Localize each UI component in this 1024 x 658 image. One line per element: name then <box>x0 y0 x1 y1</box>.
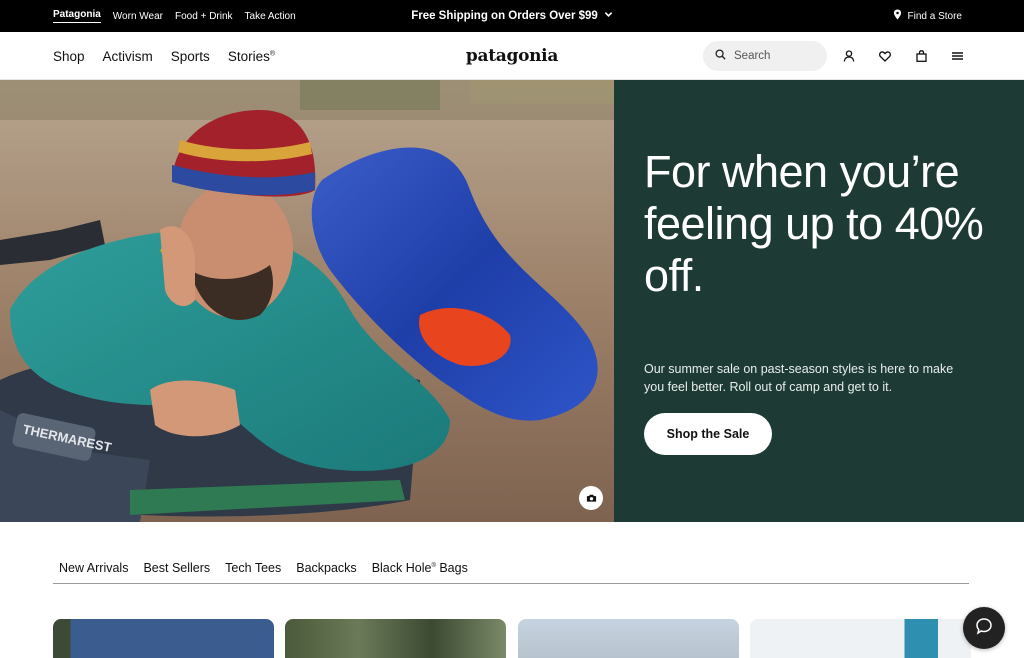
tab-backpacks[interactable]: Backpacks <box>296 561 356 575</box>
menu-icon[interactable] <box>950 49 964 63</box>
hero-headline: For when you’re feeling up to 40% off. <box>644 146 984 301</box>
tab-black-hole-bags[interactable]: Black Hole® Bags <box>372 561 468 575</box>
chat-button[interactable] <box>963 607 1005 649</box>
category-tabs: New Arrivals Best Sellers Tech Tees Back… <box>53 552 969 584</box>
hero-photo-illustration: THERMAREST <box>0 80 614 522</box>
product-tile[interactable] <box>518 619 739 658</box>
promo-text: Free Shipping on Orders Over $99 <box>411 10 598 22</box>
tab-bags-label: Bags <box>439 560 468 575</box>
product-tile[interactable] <box>53 619 274 658</box>
product-tile[interactable] <box>750 619 971 658</box>
shipping-promo[interactable]: Free Shipping on Orders Over $99 <box>0 0 1024 32</box>
search-icon <box>715 49 726 63</box>
top-bar: Patagonia Worn Wear Food + Drink Take Ac… <box>0 0 1024 32</box>
camera-icon[interactable] <box>579 486 603 510</box>
search-input[interactable]: Search <box>703 41 827 71</box>
chat-icon <box>975 617 993 640</box>
shop-sale-button[interactable]: Shop the Sale <box>644 413 772 455</box>
hero-subtext: Our summer sale on past-season styles is… <box>644 362 954 394</box>
patagonia-logo[interactable]: patagonia <box>466 46 558 66</box>
find-store-link[interactable]: Find a Store <box>893 0 962 32</box>
hero-photo[interactable]: THERMAREST <box>0 80 614 522</box>
hero-banner: THERMAREST For when you’re feeling up to… <box>0 80 1024 522</box>
chevron-down-icon <box>604 10 613 22</box>
tab-black-hole-label: Black Hole <box>371 560 432 575</box>
registered-mark: ® <box>431 562 436 569</box>
heart-icon[interactable] <box>878 49 892 63</box>
tab-tech-tees[interactable]: Tech Tees <box>225 561 281 575</box>
find-store-label: Find a Store <box>907 10 962 22</box>
bag-icon[interactable] <box>914 49 928 63</box>
hero-panel: For when you’re feeling up to 40% off. O… <box>614 80 1024 522</box>
tab-new-arrivals[interactable]: New Arrivals <box>59 561 128 575</box>
account-icon[interactable] <box>842 49 856 63</box>
tab-best-sellers[interactable]: Best Sellers <box>143 561 210 575</box>
main-nav: Shop Activism Sports Stories® patagonia … <box>0 32 1024 80</box>
product-tile[interactable] <box>285 619 506 658</box>
search-placeholder: Search <box>734 50 771 62</box>
utility-icons <box>842 32 964 80</box>
location-pin-icon <box>893 9 902 23</box>
